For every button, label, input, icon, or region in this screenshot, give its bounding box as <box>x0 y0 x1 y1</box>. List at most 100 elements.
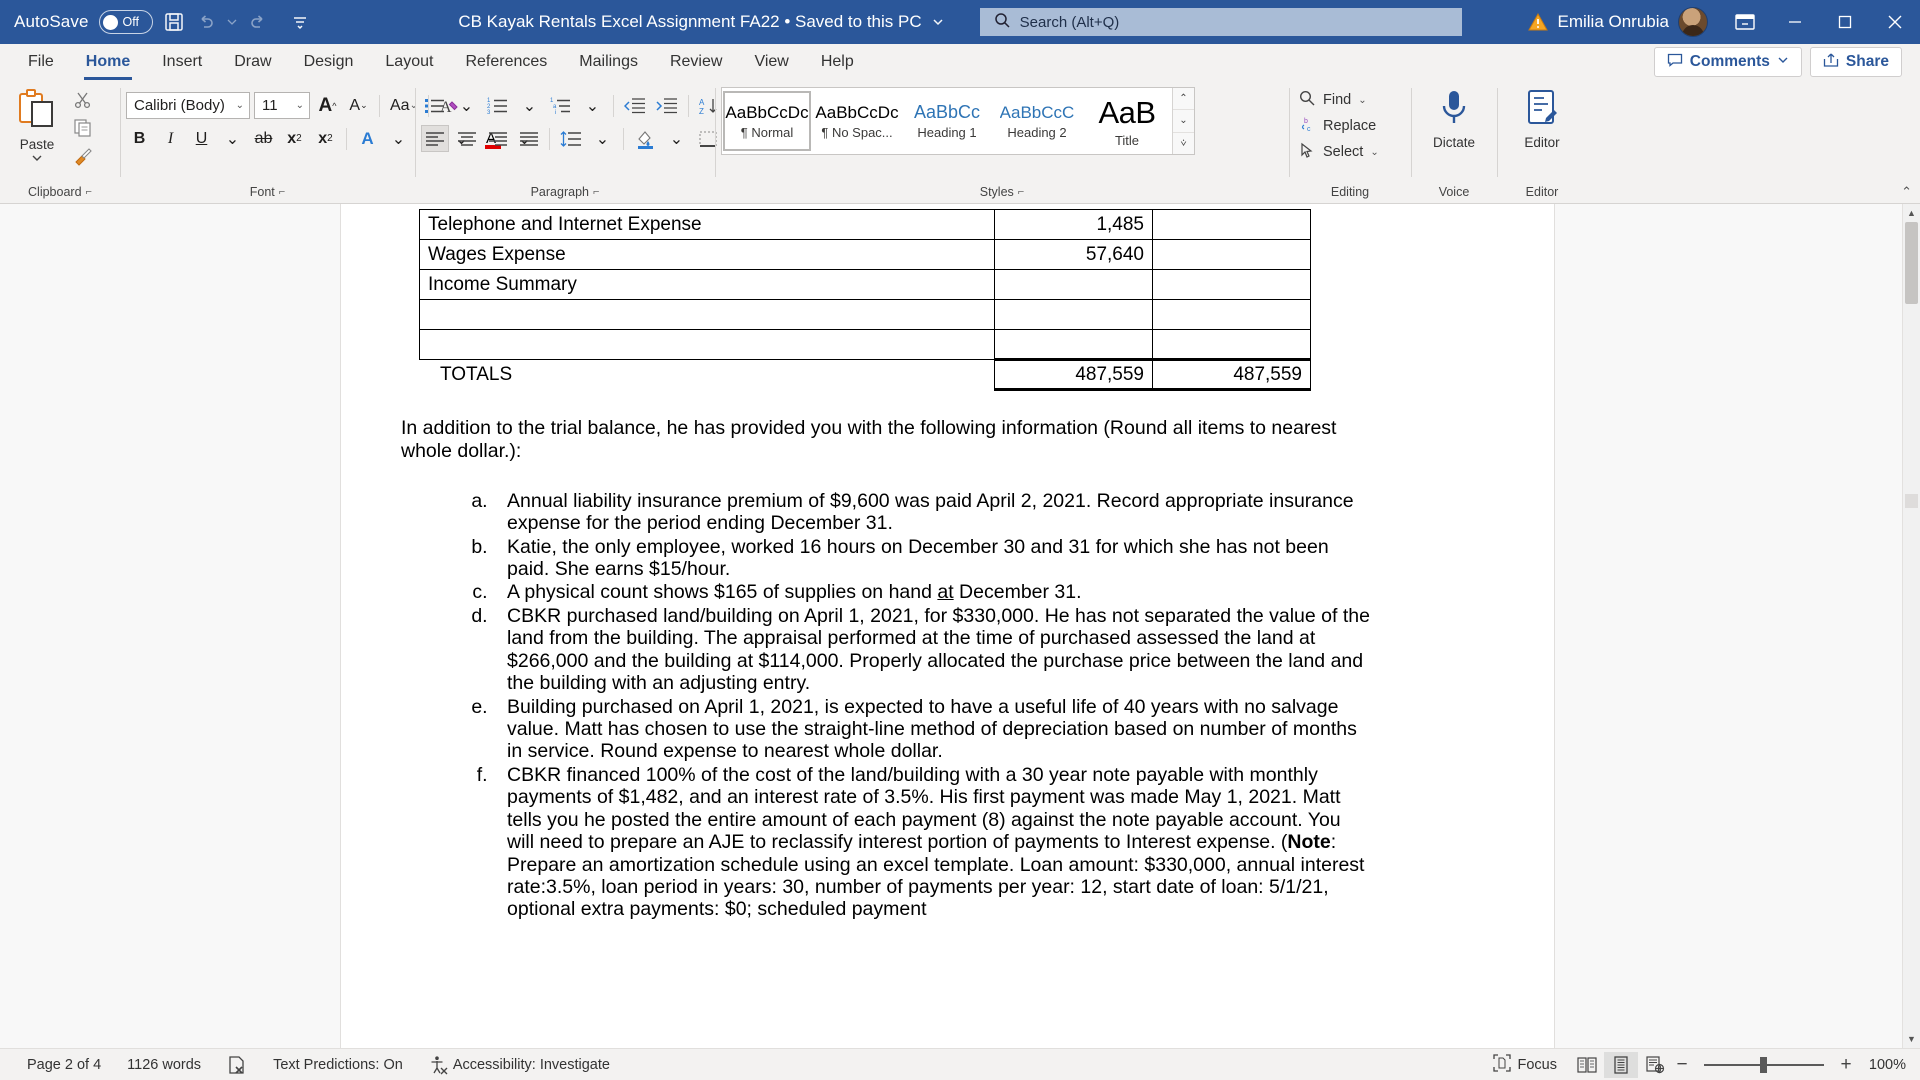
tab-draw[interactable]: Draw <box>218 44 287 80</box>
account-name-cell[interactable]: Income Summary <box>419 269 995 300</box>
restore-icon[interactable] <box>1820 0 1870 44</box>
italic-button[interactable]: I <box>157 125 184 152</box>
tab-references[interactable]: References <box>449 44 563 80</box>
title-chevron-down-icon[interactable] <box>932 16 944 28</box>
comments-button[interactable]: Comments <box>1653 47 1802 77</box>
decrease-indent-icon[interactable] <box>621 92 649 119</box>
multilevel-chevron-down-icon[interactable]: ⌄ <box>579 92 606 119</box>
select-button[interactable]: Select ⌄ <box>1295 140 1383 164</box>
totals-credit-cell[interactable]: 487,559 <box>1152 358 1311 391</box>
tab-layout[interactable]: Layout <box>369 44 449 80</box>
undo-chevron-down-icon[interactable] <box>227 17 237 27</box>
line-spacing-chevron-down-icon[interactable]: ⌄ <box>589 125 616 152</box>
dictate-button[interactable]: Dictate <box>1423 84 1485 150</box>
find-button[interactable]: Find ⌄ <box>1295 88 1383 112</box>
list-item[interactable]: A physical count shows $165 of supplies … <box>493 581 1373 603</box>
numbering-chevron-down-icon[interactable]: ⌄ <box>516 92 543 119</box>
ribbon-display-options-icon[interactable] <box>1720 0 1770 44</box>
comments-chevron-down-icon[interactable] <box>1777 53 1789 71</box>
text-effects-chevron-down-icon[interactable]: ⌄ <box>385 125 412 152</box>
bullets-chevron-down-icon[interactable]: ⌄ <box>453 92 480 119</box>
bullet-list-icon[interactable] <box>421 92 449 119</box>
tab-review[interactable]: Review <box>654 44 738 80</box>
clipboard-dialog-launcher-icon[interactable]: ⌐ <box>86 186 92 198</box>
account-name-cell[interactable] <box>419 299 995 330</box>
accessibility-icon[interactable] <box>416 1049 453 1080</box>
account-name-cell[interactable] <box>419 329 995 360</box>
shading-chevron-down-icon[interactable]: ⌄ <box>663 125 690 152</box>
undo-icon[interactable] <box>195 11 217 33</box>
read-mode-icon[interactable] <box>1570 1052 1604 1078</box>
proofing-errors-icon[interactable] <box>214 1049 260 1080</box>
customize-quick-access-icon[interactable] <box>291 13 309 31</box>
avatar[interactable] <box>1678 7 1708 37</box>
share-button[interactable]: Share <box>1809 47 1902 77</box>
shading-icon[interactable] <box>631 125 659 152</box>
autosave-toggle[interactable]: Off <box>98 10 153 34</box>
styles-scroll-down-icon[interactable]: ⌄ <box>1173 110 1194 133</box>
table-row[interactable] <box>419 329 1311 360</box>
font-size-combo[interactable]: 11 ⌄ <box>254 92 310 119</box>
increase-indent-icon[interactable] <box>653 92 681 119</box>
list-item[interactable]: Building purchased on April 1, 2021, is … <box>493 696 1373 763</box>
find-chevron-down-icon[interactable]: ⌄ <box>1358 95 1366 106</box>
totals-label-cell[interactable]: TOTALS <box>419 359 995 390</box>
numbered-list-icon[interactable]: 123 <box>484 92 512 119</box>
tab-insert[interactable]: Insert <box>146 44 218 80</box>
print-layout-icon[interactable] <box>1604 1051 1638 1078</box>
font-name-combo[interactable]: Calibri (Body) ⌄ <box>126 92 250 119</box>
font-dialog-launcher-icon[interactable]: ⌐ <box>279 186 285 198</box>
align-right-icon[interactable] <box>484 125 511 152</box>
word-count[interactable]: 1126 words <box>114 1049 214 1080</box>
underline-chevron-down-icon[interactable]: ⌄ <box>219 125 246 152</box>
table-row[interactable]: Wages Expense 57,640 <box>419 239 1311 270</box>
zoom-level[interactable]: 100% <box>1856 1057 1906 1073</box>
text-effects-icon[interactable]: A <box>354 125 381 152</box>
list-item[interactable]: Annual liability insurance premium of $9… <box>493 490 1373 535</box>
align-center-icon[interactable] <box>453 125 480 152</box>
totals-debit-cell[interactable]: 487,559 <box>994 358 1153 391</box>
web-layout-icon[interactable] <box>1638 1052 1672 1078</box>
debit-cell[interactable]: 1,485 <box>994 209 1153 240</box>
style-heading-2[interactable]: AaBbCcC Heading 2 <box>993 91 1081 151</box>
multilevel-list-icon[interactable]: 1ai <box>547 92 575 119</box>
scroll-up-icon[interactable]: ▲ <box>1903 204 1920 222</box>
paragraph-dialog-launcher-icon[interactable]: ⌐ <box>593 186 599 198</box>
scrollbar-thumb[interactable] <box>1905 222 1918 304</box>
account-name-cell[interactable]: Telephone and Internet Expense <box>419 209 995 240</box>
zoom-slider-thumb[interactable] <box>1760 1056 1767 1073</box>
table-row[interactable]: Telephone and Internet Expense 1,485 <box>419 209 1311 240</box>
credit-cell[interactable] <box>1152 269 1311 300</box>
close-icon[interactable] <box>1870 0 1920 44</box>
credit-cell[interactable] <box>1152 239 1311 270</box>
vertical-scrollbar[interactable]: ▲ ▼ <box>1902 204 1920 1048</box>
tab-design[interactable]: Design <box>288 44 370 80</box>
scissors-icon[interactable] <box>70 88 96 112</box>
debit-cell[interactable] <box>994 329 1153 360</box>
collapse-ribbon-icon[interactable]: ⌃ <box>1901 184 1912 200</box>
format-painter-icon[interactable] <box>70 144 96 168</box>
line-spacing-icon[interactable] <box>557 125 585 152</box>
style-no-spacing[interactable]: AaBbCcDc ¶ No Spac... <box>813 91 901 151</box>
list-item[interactable]: CBKR financed 100% of the cost of the la… <box>493 764 1373 921</box>
paste-button[interactable]: Paste <box>6 84 68 166</box>
tab-mailings[interactable]: Mailings <box>563 44 654 80</box>
subscript-button[interactable]: x2 <box>281 125 308 152</box>
replace-button[interactable]: bc Replace <box>1295 114 1383 138</box>
zoom-in-button[interactable]: + <box>1836 1054 1856 1076</box>
underline-button[interactable]: U <box>188 125 215 152</box>
editor-button[interactable]: Editor <box>1511 84 1573 150</box>
copy-icon[interactable] <box>70 116 96 140</box>
credit-cell[interactable] <box>1152 329 1311 360</box>
account-name-cell[interactable]: Wages Expense <box>419 239 995 270</box>
document-page[interactable]: Telephone and Internet Expense 1,485 Wag… <box>341 204 1554 1048</box>
page-info[interactable]: Page 2 of 4 <box>14 1049 114 1080</box>
styles-dialog-launcher-icon[interactable]: ⌐ <box>1018 186 1024 198</box>
minimize-icon[interactable] <box>1770 0 1820 44</box>
account-button[interactable]: Emilia Onrubia <box>1521 7 1721 37</box>
intro-paragraph[interactable]: In addition to the trial balance, he has… <box>401 417 1356 464</box>
list-item[interactable]: CBKR purchased land/building on April 1,… <box>493 605 1373 695</box>
style-normal[interactable]: AaBbCcDc ¶ Normal <box>723 91 811 151</box>
strikethrough-button[interactable]: ab <box>250 125 277 152</box>
accessibility-status[interactable]: Accessibility: Investigate <box>453 1049 623 1080</box>
